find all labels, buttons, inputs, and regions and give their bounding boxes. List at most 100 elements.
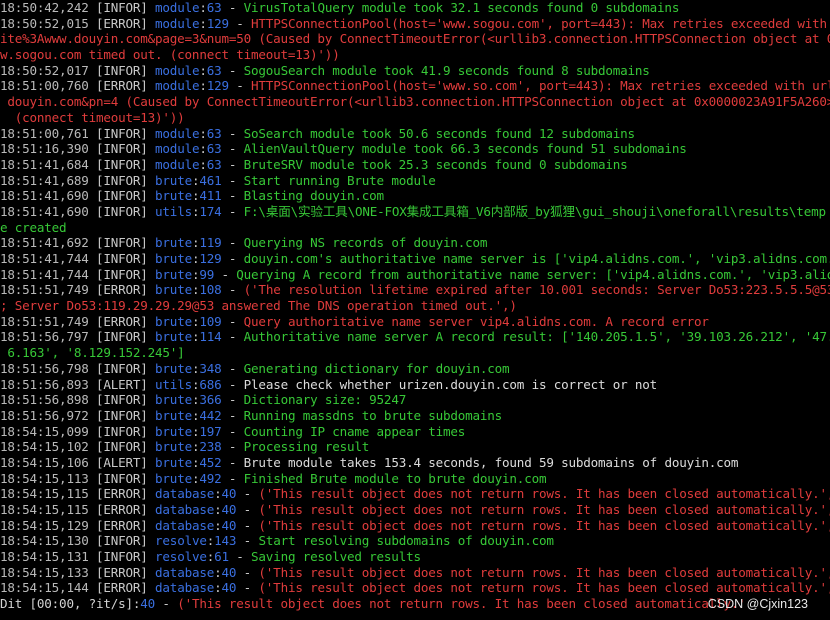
log-line-number: 109: [199, 313, 222, 329]
log-module: module: [155, 125, 200, 141]
log-level: INFOR: [103, 188, 141, 204]
log-line: 18:51:00,761 [INFOR] module:63 - SoSearc…: [0, 125, 635, 141]
log-timestamp: 18:54:15,129: [0, 517, 89, 533]
log-level: ERROR: [103, 313, 141, 329]
log-module: brute: [155, 439, 192, 455]
log-message: ('The resolution lifetime expired after …: [243, 282, 830, 298]
log-line-number: 119: [199, 235, 222, 251]
log-module: brute: [155, 407, 192, 423]
log-line-number: 442: [199, 407, 222, 423]
log-level: INFOR: [103, 203, 141, 219]
log-line-number: 366: [199, 392, 222, 408]
log-line-number: 61: [214, 549, 229, 565]
log-level: INFOR: [103, 172, 141, 188]
log-timestamp: 18:51:56,797: [0, 329, 89, 345]
log-timestamp: 18:50:52,017: [0, 62, 89, 78]
log-line-number: 238: [199, 439, 222, 455]
log-level: ERROR: [103, 517, 141, 533]
log-level: ALERT: [103, 376, 141, 392]
log-message: ('This result object does not return row…: [258, 486, 830, 502]
log-line: 18:51:41,684 [INFOR] module:63 - BruteSR…: [0, 156, 628, 172]
log-message: Brute module takes 153.4 seconds, found …: [243, 454, 739, 470]
log-line-number: 40: [140, 596, 156, 612]
log-level: INFOR: [103, 266, 141, 282]
log-timestamp: 18:50:42,242: [0, 0, 89, 15]
log-timestamp: 18:51:41,690: [0, 203, 89, 219]
log-line: w.sogou.com timed out. (connect timeout=…: [0, 47, 830, 63]
log-line-number: 411: [199, 188, 222, 204]
log-module: brute: [155, 470, 192, 486]
log-continuation: ite%3Awww.douyin.com&page=3&num=50 (Caus…: [0, 31, 830, 47]
log-line-number: 40: [221, 502, 237, 517]
log-timestamp: 18:51:41,692: [0, 235, 89, 251]
log-message: HTTPSConnectionPool(host='www.so.com', p…: [251, 78, 830, 94]
log-line-number: 40: [221, 564, 237, 580]
log-timestamp: 18:54:15,106: [0, 454, 89, 470]
log-line: 18:54:15,129 [ERROR] database:40 - ('Thi…: [0, 518, 830, 534]
log-module: database: [155, 502, 215, 517]
log-line: 18:54:15,130 [INFOR] resolve:143 - Start…: [0, 533, 554, 549]
log-line: 18:51:16,390 [INFOR] module:63 - AlienVa…: [0, 141, 687, 157]
log-line: ; Server Do53:119.29.29.29@53 answered T…: [0, 298, 830, 314]
log-continuation: (connect timeout=13)')): [0, 109, 185, 125]
log-line: 18:51:41,690 [INFOR] utils:174 - F:\桌面\实…: [0, 204, 830, 220]
log-message: douyin.com's authoritative name server i…: [243, 251, 830, 266]
log-line-number: 40: [221, 486, 237, 502]
log-level: ERROR: [103, 502, 141, 517]
log-line-number: 197: [199, 423, 222, 439]
log-level: INFOR: [103, 251, 141, 266]
log-message: VirusTotalQuery module took 32.1 seconds…: [243, 0, 680, 15]
log-level: ERROR: [103, 282, 141, 298]
log-message: ('This result object does not return row…: [258, 517, 830, 533]
log-module: brute: [155, 313, 192, 329]
log-message: SoSearch module took 50.6 seconds found …: [243, 125, 635, 141]
log-message: Please check whether urizen.douyin.com i…: [243, 376, 658, 392]
log-message: Blasting douyin.com: [243, 188, 384, 204]
log-message: ('This result object does not return row…: [258, 580, 830, 596]
log-module: database: [155, 580, 215, 596]
log-line: 18:51:41,690 [INFOR] brute:411 - Blastin…: [0, 188, 384, 204]
log-module: database: [155, 564, 215, 580]
log-module: utils: [155, 203, 192, 219]
terminal-window: 18:50:42,242 [INFOR] module:63 - VirusTo…: [0, 0, 830, 620]
log-level: INFOR: [103, 439, 141, 455]
log-timestamp: 18:54:15,144: [0, 580, 89, 596]
watermark: CSDN @Cjxin123: [707, 597, 808, 611]
log-message: Start resolving subdomains of douyin.com: [258, 533, 554, 549]
log-message: ('This result object does not return row…: [177, 596, 746, 612]
log-line-number: 99: [199, 266, 215, 282]
log-line-number: 143: [214, 533, 237, 549]
log-module: brute: [155, 251, 192, 266]
log-timestamp: 18:54:15,102: [0, 439, 89, 455]
log-message: Dictionary size: 95247: [243, 392, 407, 408]
log-timestamp: 18:51:41,744: [0, 251, 89, 266]
log-line: 18:51:56,898 [INFOR] brute:366 - Diction…: [0, 392, 407, 408]
log-continuation: w.sogou.com timed out. (connect timeout=…: [0, 47, 340, 63]
log-timestamp: 18:54:15,133: [0, 564, 89, 580]
log-line: 18:54:15,115 [ERROR] database:40 - ('Thi…: [0, 502, 830, 518]
log-timestamp: 18:51:56,898: [0, 392, 89, 408]
log-line-number: 63: [206, 156, 222, 172]
log-level: ALERT: [103, 454, 141, 470]
log-message: ('This result object does not return row…: [258, 564, 830, 580]
log-continuation: e created: [0, 219, 67, 235]
log-level: INFOR: [103, 407, 141, 423]
log-module: brute: [155, 235, 192, 251]
log-level: ERROR: [103, 580, 141, 596]
log-timestamp: 18:51:00,761: [0, 125, 89, 141]
log-line-number: 63: [206, 125, 222, 141]
log-line: 18:54:15,113 [INFOR] brute:492 - Finishe…: [0, 470, 547, 486]
log-module: brute: [155, 329, 192, 345]
log-line: 18:51:56,972 [INFOR] brute:442 - Running…: [0, 407, 503, 423]
log-continuation: 6.163', '8.129.152.245']: [0, 345, 185, 361]
log-module: module: [155, 78, 200, 94]
log-line-number: 63: [206, 62, 222, 78]
log-line: 18:54:15,106 [ALERT] brute:452 - Brute m…: [0, 454, 739, 470]
log-message: BruteSRV module took 25.3 seconds found …: [243, 156, 628, 172]
log-level: INFOR: [103, 423, 141, 439]
progress-prefix: Dit [00:00, ?it/s]:: [0, 596, 141, 612]
log-module: brute: [155, 282, 192, 298]
log-line-number: 452: [199, 454, 222, 470]
log-module: database: [155, 486, 215, 502]
log-level: INFOR: [103, 0, 141, 15]
